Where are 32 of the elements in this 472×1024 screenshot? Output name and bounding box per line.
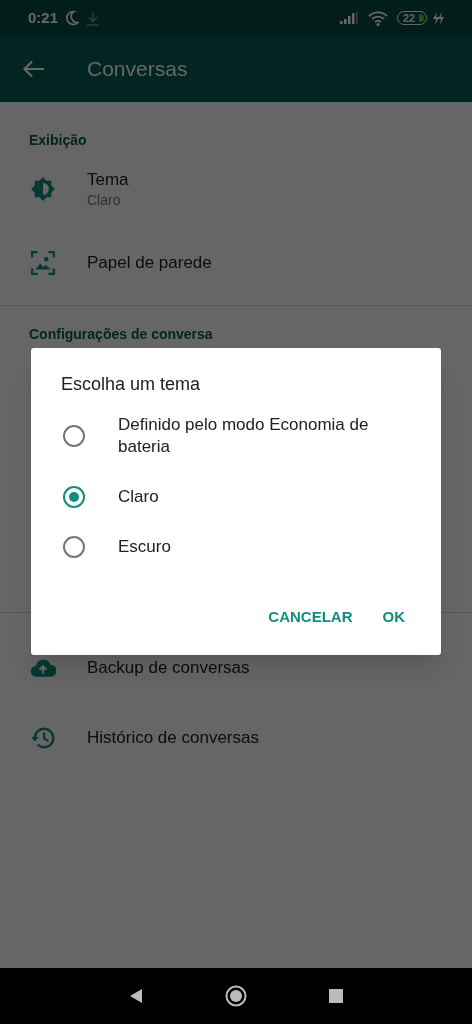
- radio-button[interactable]: [63, 536, 85, 558]
- radio-button[interactable]: [63, 425, 85, 447]
- option-label: Escuro: [118, 536, 171, 558]
- theme-icon: [30, 176, 56, 202]
- home-nav-icon[interactable]: [225, 985, 247, 1007]
- back-arrow-icon: [23, 60, 45, 78]
- dialog-title: Escolha um tema: [60, 373, 202, 396]
- signal-icon: [340, 12, 358, 24]
- settings-item[interactable]: Histórico de conversas: [0, 703, 472, 773]
- item-title: Tema: [87, 169, 129, 191]
- cancel-button[interactable]: CANCELAR: [264, 599, 357, 635]
- section-heading: Configurações de conversa: [28, 325, 214, 344]
- download-icon: [86, 10, 101, 26]
- option-label: Claro: [118, 486, 159, 508]
- screen-title: Conversas: [87, 56, 188, 83]
- item-title: Histórico de conversas: [87, 727, 259, 749]
- settings-item[interactable]: Papel de parede: [0, 226, 472, 300]
- option-label: Definido pelo modo Economia de bateria: [118, 414, 370, 458]
- wifi-icon: [368, 10, 388, 26]
- charging-icon: [432, 11, 444, 25]
- moon-icon: [65, 10, 80, 26]
- back-nav-icon[interactable]: [129, 988, 143, 1004]
- history-icon: [30, 725, 56, 751]
- item-title: Backup de conversas: [87, 657, 250, 679]
- battery-level: 22: [403, 12, 416, 24]
- confirm-button[interactable]: OK: [378, 599, 409, 635]
- status-time: 0:21: [28, 7, 59, 28]
- wallpaper-icon: [30, 250, 56, 276]
- settings-item[interactable]: Backup de conversas: [0, 633, 472, 703]
- section-heading: Exibição: [28, 131, 88, 150]
- item-title: Papel de parede: [87, 252, 212, 274]
- radio-button[interactable]: [63, 486, 85, 508]
